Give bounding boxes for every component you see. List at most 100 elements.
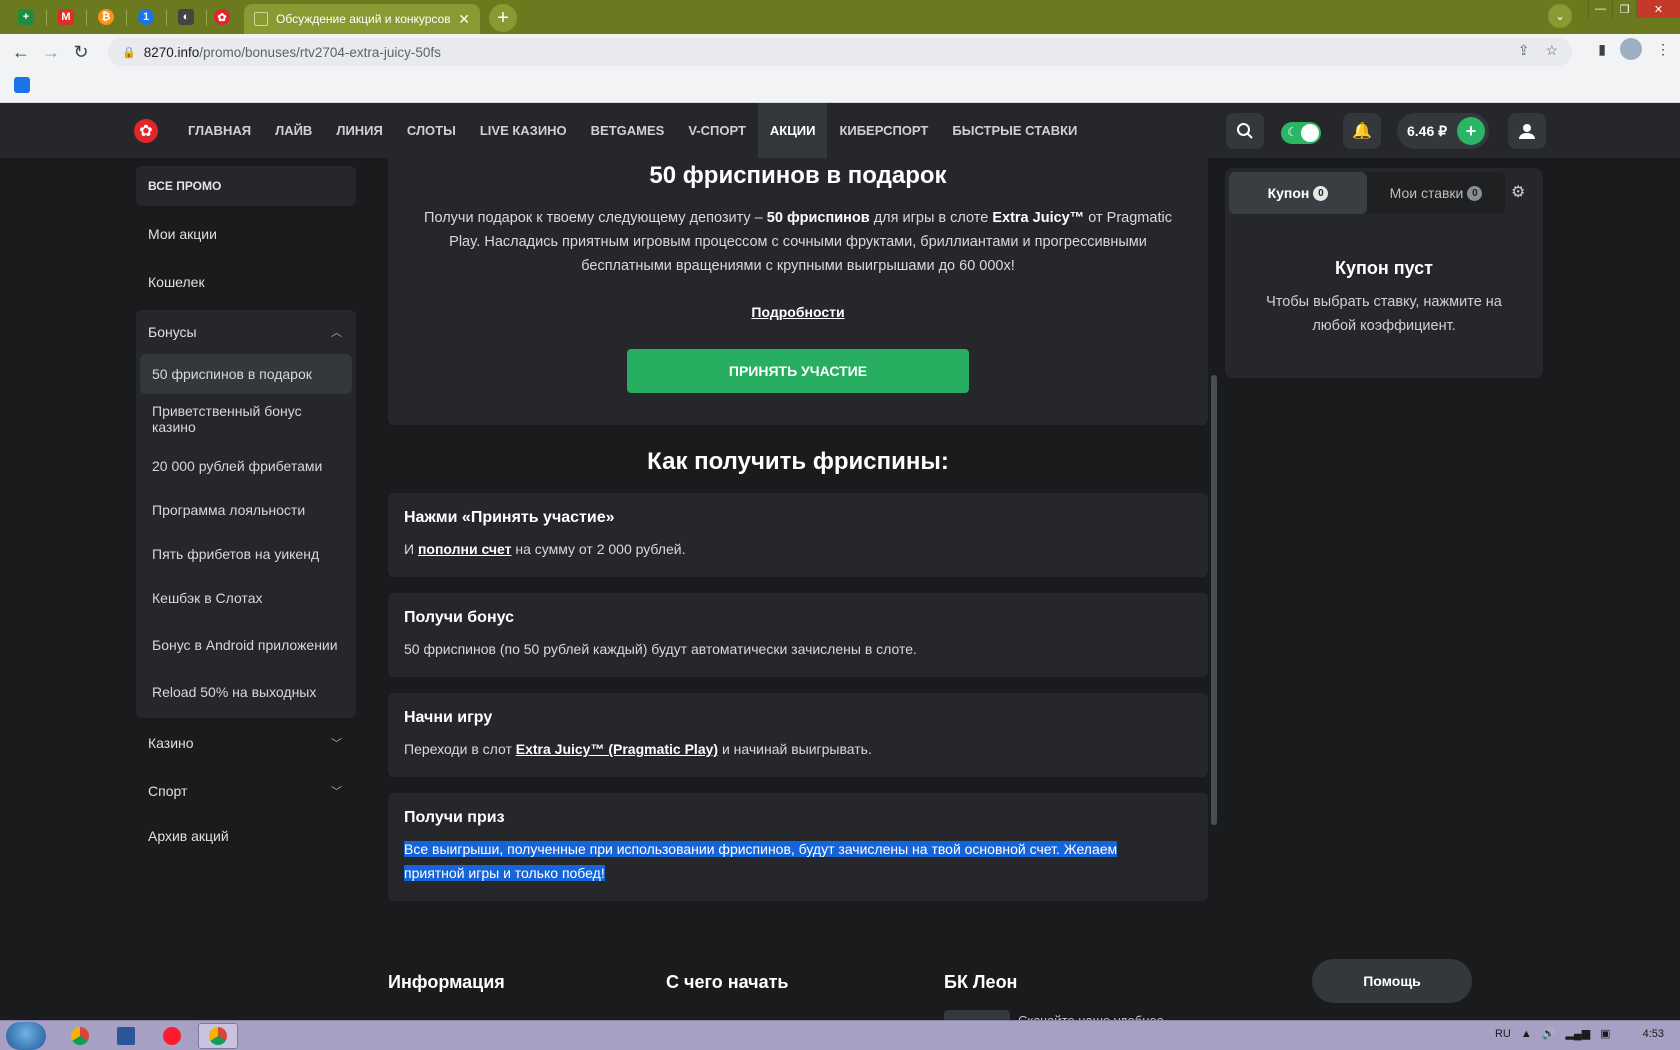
tab-leon[interactable]: ✿	[202, 4, 242, 30]
start-button[interactable]	[6, 1022, 46, 1050]
browser-tab-strip: + M ₿ 1 ◐ ✿ Обсуждение акций и конкурсов…	[0, 0, 1680, 34]
wallet-link[interactable]: Кошелек	[136, 258, 356, 306]
tab-coupon[interactable]: Купон 0	[1229, 172, 1367, 214]
nav-item[interactable]: ЛАЙВ	[263, 103, 324, 158]
bookmarks-bar	[0, 70, 1680, 103]
step-title: Получи бонус	[404, 609, 515, 626]
footer-info-title: Информация	[388, 972, 505, 992]
all-promo-link[interactable]: ВСЕ ПРОМО	[136, 166, 356, 206]
my-promos-link[interactable]: Мои акции	[136, 210, 356, 258]
page-icon	[254, 12, 268, 26]
tab-sheets[interactable]: +	[6, 4, 46, 30]
tab-my-bets[interactable]: Мои ставки 0	[1367, 172, 1505, 214]
promo-title: 50 фриспинов в подарок	[649, 162, 947, 189]
taskbar-chrome-active[interactable]	[198, 1023, 238, 1049]
reload-icon[interactable]: ↻	[66, 37, 96, 67]
participate-button[interactable]: ПРИНЯТЬ УЧАСТИЕ	[627, 349, 969, 393]
tab-bitcoin[interactable]: ₿	[86, 4, 126, 30]
sidebar-item-cashback[interactable]: Кешбэк в Слотах	[136, 576, 356, 620]
language-indicator[interactable]: RU	[1495, 1028, 1511, 1040]
details-link[interactable]: Подробности	[388, 304, 1208, 320]
chrome-icon	[71, 1027, 89, 1045]
lock-icon[interactable]: 🔒	[122, 46, 136, 59]
restore-button[interactable]: ❐	[1612, 0, 1636, 18]
taskbar-opera[interactable]	[152, 1023, 192, 1049]
tab-search-icon[interactable]: ⌄	[1548, 4, 1572, 28]
nav-item[interactable]: V-СПОРТ	[676, 103, 758, 158]
casino-group-header[interactable]: Казино ﹀	[136, 718, 356, 768]
archive-link[interactable]: Архив акций	[136, 814, 356, 858]
search-button[interactable]	[1226, 113, 1264, 149]
how-to-title: Как получить фриспины:	[647, 448, 949, 475]
promo-card: 50 фриспинов в подарок Получи подарок к …	[388, 158, 1208, 425]
tab-gmail[interactable]: M	[46, 4, 86, 30]
minimize-button[interactable]: —	[1588, 0, 1612, 18]
nav-item[interactable]: ГЛАВНАЯ	[176, 103, 263, 158]
sidebar-item-weekend-freebets[interactable]: Пять фрибетов на уикенд	[136, 532, 356, 576]
sidebar-item-android-bonus[interactable]: Бонус в Android приложении	[136, 620, 356, 670]
nav-item[interactable]: BETGAMES	[579, 103, 677, 158]
sidebar-item-reload[interactable]: Reload 50% на выходных	[136, 670, 356, 714]
user-icon	[1519, 124, 1535, 139]
top-up-link[interactable]: пополни счет	[418, 541, 512, 557]
taskbar-chrome[interactable]	[60, 1023, 100, 1049]
nav-item[interactable]: БЫСТРЫЕ СТАВКИ	[940, 103, 1089, 158]
clock[interactable]: 4:53	[1643, 1028, 1664, 1040]
volume-icon[interactable]: 🔊	[1542, 1027, 1556, 1040]
bonuses-group: Бонусы ︿ 50 фриспинов в подарок Приветст…	[136, 310, 356, 718]
nav-item[interactable]: LIVE КАЗИНО	[468, 103, 579, 158]
nav-item[interactable]: АКЦИИ	[757, 103, 828, 158]
forward-icon[interactable]: →	[36, 37, 66, 67]
side-panel-icon[interactable]: ▮	[1598, 41, 1606, 58]
tray-arrow-icon[interactable]: ▲	[1521, 1028, 1532, 1040]
sport-group-header[interactable]: Спорт ﹀	[136, 768, 356, 814]
sidebar-item-welcome-bonus[interactable]: Приветственный бонус казино	[136, 394, 356, 444]
step-title: Нажми «Принять участие»	[404, 509, 615, 526]
menu-icon[interactable]: ⋮	[1656, 41, 1670, 58]
bonuses-group-header[interactable]: Бонусы ︿	[136, 310, 356, 354]
theme-toggle[interactable]: ☾	[1281, 122, 1321, 144]
tab-app[interactable]: ◐	[166, 4, 206, 30]
chat-bookmark-icon[interactable]	[14, 77, 30, 93]
profile-avatar[interactable]	[1620, 38, 1642, 60]
bookmark-star-icon[interactable]: ☆	[1545, 42, 1558, 59]
close-tab-icon[interactable]: ✕	[458, 11, 470, 28]
leon-icon: ✿	[214, 9, 230, 25]
sidebar-item-freebets[interactable]: 20 000 рублей фрибетами	[136, 444, 356, 488]
new-tab-button[interactable]: +	[489, 4, 517, 32]
step-text: Все выигрыши, полученные при использован…	[404, 837, 1192, 885]
site-header: ✿ ГЛАВНАЯ ЛАЙВ ЛИНИЯ СЛОТЫ LIVE КАЗИНО BETGAM…	[0, 103, 1680, 158]
bitcoin-icon: ₿	[98, 9, 114, 25]
coupon-empty-text: Чтобы выбрать ставку, нажмите на любой к…	[1266, 294, 1502, 334]
taskbar-word[interactable]	[106, 1023, 146, 1049]
nav-item[interactable]: ЛИНИЯ	[324, 103, 395, 158]
balance-value: 6.46 ₽	[1407, 122, 1448, 139]
sidebar-item-freespins[interactable]: 50 фриспинов в подарок	[140, 354, 352, 394]
tab-active[interactable]: Обсуждение акций и конкурсов ✕	[244, 4, 480, 34]
promo-description: Получи подарок к твоему следующему депоз…	[424, 210, 1172, 274]
share-icon[interactable]: ⇪	[1518, 42, 1530, 59]
balance-button[interactable]: 6.46 ₽ +	[1397, 113, 1489, 149]
leon-logo[interactable]: ✿	[134, 119, 158, 143]
tab-password[interactable]: 1	[126, 4, 166, 30]
sidebar-item-loyalty[interactable]: Программа лояльности	[136, 488, 356, 532]
signal-icon[interactable]: ▂▄▆	[1565, 1027, 1590, 1040]
notifications-button[interactable]: 🔔	[1343, 113, 1381, 149]
profile-button[interactable]	[1508, 113, 1546, 149]
help-button[interactable]: Помощь	[1312, 959, 1472, 1003]
gear-icon[interactable]: ⚙	[1511, 182, 1525, 202]
nav-item[interactable]: СЛОТЫ	[395, 103, 468, 158]
scrollbar[interactable]	[1211, 375, 1217, 825]
slot-link[interactable]: Extra Juicy™ (Pragmatic Play)	[516, 741, 718, 757]
step-card: Получи приз Все выигрыши, полученные при…	[388, 793, 1208, 901]
step-card: Начни игру Переходи в слот Extra Juicy™ …	[388, 693, 1208, 777]
deposit-plus-button[interactable]: +	[1457, 117, 1485, 145]
step-title: Получи приз	[404, 809, 505, 826]
back-icon[interactable]: ←	[6, 37, 36, 67]
window-close-button[interactable]: ✕	[1636, 0, 1680, 18]
main-nav: ГЛАВНАЯ ЛАЙВ ЛИНИЯ СЛОТЫ LIVE КАЗИНО BETGAMES…	[176, 103, 1089, 158]
step-title: Начни игру	[404, 709, 493, 726]
nav-item[interactable]: КИБЕРСПОРТ	[827, 103, 940, 158]
address-bar[interactable]: 🔒 8270.info/promo/bonuses/rtv2704-extra-…	[108, 38, 1572, 66]
network-icon[interactable]: ▣	[1600, 1027, 1610, 1040]
